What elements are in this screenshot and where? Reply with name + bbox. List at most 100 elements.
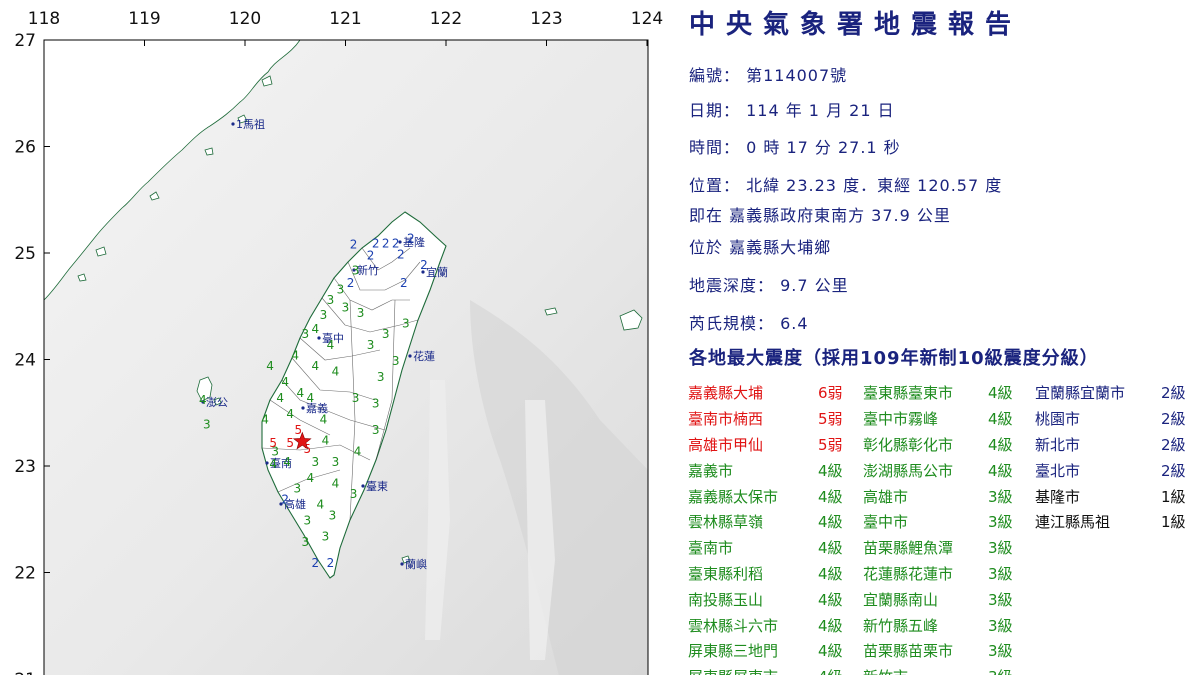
station-intensity: 3 [322,530,330,544]
lat-tick-label: 22 [14,564,36,584]
intensity-row: 臺中市 3級 [863,509,1028,535]
intensity-station-name: 嘉義市 [688,461,734,480]
intensity-station-name: 苗栗縣苗栗市 [863,642,954,661]
station-intensity: 5 [269,436,277,450]
station-intensity: 3 [352,263,360,277]
station-intensity: 3 [377,370,385,384]
intensity-station-value: 4級 [818,513,843,532]
intensity-row: 基隆市 1級 [1035,483,1199,509]
place-label-lanyu: 蘭嶼 [405,557,427,571]
intensity-heading: 各地最大震度（採用109年新制10級震度分級） [689,348,1099,369]
intensity-station-name: 彰化縣彰化市 [863,435,954,454]
place-marker [265,461,269,465]
intensity-station-name: 澎湖縣馬公市 [863,461,954,480]
intensity-row: 澎湖縣馬公市 4級 [863,457,1028,483]
place-label-hualien: 花蓮 [413,349,435,363]
intensity-row: 嘉義市 4級 [688,457,858,483]
intensity-column-1: 嘉義縣大埔 6弱 臺南市楠西 5弱 高雄市甲仙 5弱 嘉義市 4級 嘉義縣太保市 4級 雲林縣草嶺 4… [688,380,858,675]
intensity-station-name: 臺南市楠西 [688,410,764,429]
intensity-station-value: 6弱 [818,384,843,403]
station-intensity: 3 [327,293,335,307]
report-located-in: 位於 嘉義縣大埔鄉 [689,238,832,257]
intensity-station-value: 4級 [988,461,1013,480]
station-intensity: 2 [327,556,335,570]
station-intensity: 3 [402,317,410,331]
station-intensity: 4 [354,444,362,458]
intensity-row: 新竹縣五峰 3級 [863,612,1028,638]
station-intensity: 3 [357,306,365,320]
intensity-row: 新北市 2級 [1035,432,1199,458]
station-intensity: 3 [382,327,390,341]
station-intensity: 3 [372,423,380,437]
station-intensity: 5 [286,436,294,450]
intensity-station-value: 4級 [818,487,843,506]
station-intensity: 4 [317,498,325,512]
place-marker [408,354,412,358]
intensity-station-value: 4級 [818,564,843,583]
intensity-station-name: 嘉義縣太保市 [688,487,779,506]
intensity-column-2: 臺東縣臺東市 4級 臺中市霧峰 4級 彰化縣彰化市 4級 澎湖縣馬公市 4級 高雄市 3級 臺中市 3… [863,380,1028,675]
lon-tick-label: 121 [329,9,361,29]
station-intensity: 4 [312,322,320,336]
station-intensity: 3 [350,487,358,501]
station-intensity: 3 [203,418,211,432]
station-intensity: 3 [332,455,340,469]
station-intensity: 4 [276,391,284,405]
intensity-station-name: 臺東縣利稻 [688,564,764,583]
intensity-row: 新竹市3級 [863,664,1028,675]
station-intensity: 3 [301,327,309,341]
intensity-column-3: 宜蘭縣宜蘭市 2級 桃園市 2級 新北市 2級 臺北市 2級 基隆市 1級 連江縣馬祖 1級 [1035,380,1199,535]
intensity-station-value: 4級 [818,461,843,480]
station-intensity: 3 [367,338,375,352]
lat-tick-label: 25 [14,244,36,264]
station-intensity: 4 [286,407,294,421]
lat-tick-label: 23 [14,457,36,477]
intensity-station-value: 3級 [988,616,1013,635]
station-intensity: 4 [291,349,299,363]
intensity-station-name: 基隆市 [1035,487,1081,506]
lon-tick-label: 124 [631,9,663,29]
intensity-station-name: 新竹市 [863,666,988,675]
intensity-station-name: 苗栗縣鯉魚潭 [863,539,954,558]
intensity-row: 臺北市 2級 [1035,457,1199,483]
intensity-station-name: 臺南市 [688,539,734,558]
intensity-station-value: 3級 [988,513,1013,532]
intensity-row: 高雄市 3級 [863,483,1028,509]
lon-tick-label: 118 [28,9,60,29]
intensity-station-name: 屏東縣屏東市 [688,666,818,675]
intensity-row: 連江縣馬祖 1級 [1035,509,1199,535]
place-label-taitung: 臺東 [366,479,388,493]
report-number: 編號： 第114007號 [689,66,848,85]
report-depth: 地震深度： 9.7 公里 [689,276,849,295]
station-intensity: 4 [322,434,330,448]
intensity-row: 嘉義縣大埔 6弱 [688,380,858,406]
intensity-row: 南投縣玉山 4級 [688,586,858,612]
report-time: 時間： 0 時 17 分 27.1 秒 [689,138,901,157]
place-marker [400,562,404,566]
station-intensity: 3 [303,514,311,528]
intensity-station-name: 臺中市霧峰 [863,410,939,429]
station-intensity: 3 [392,354,400,368]
place-marker [317,336,321,340]
earthquake-report-panel: 中央氣象署地震報告 編號： 第114007號 日期： 114 年 1 月 21 … [683,0,1200,675]
intensity-station-value: 4級 [818,590,843,609]
intensity-row: 彰化縣彰化市 4級 [863,432,1028,458]
intensity-station-value: 4級 [818,666,858,675]
intensity-station-name: 宜蘭縣南山 [863,590,939,609]
station-intensity: 2 [400,276,408,290]
lat-tick-label: 27 [14,31,36,51]
intensity-row: 宜蘭縣南山 3級 [863,586,1028,612]
intensity-row: 苗栗縣鯉魚潭 3級 [863,535,1028,561]
station-intensity: 3 [312,455,320,469]
intensity-station-name: 連江縣馬祖 [1035,513,1111,532]
station-intensity: 3 [293,482,301,496]
intensity-row: 苗栗縣苗栗市 3級 [863,638,1028,664]
intensity-station-name: 宜蘭縣宜蘭市 [1035,384,1126,403]
intensity-station-name: 高雄市 [863,487,909,506]
intensity-station-value: 2級 [1161,384,1186,403]
station-intensity: 5 [294,423,302,437]
intensity-station-name: 新竹縣五峰 [863,616,939,635]
station-intensity: 2 [397,247,405,261]
station-intensity: 2 [382,237,390,251]
intensity-station-name: 臺北市 [1035,461,1081,480]
